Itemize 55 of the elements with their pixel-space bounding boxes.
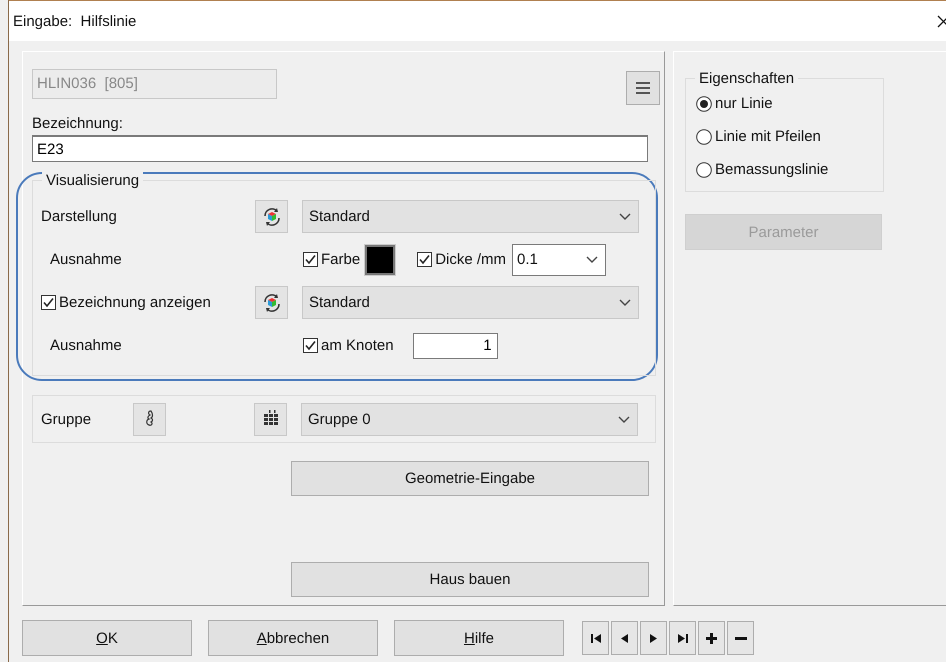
skip-first-icon (590, 632, 602, 644)
caret-icon (618, 416, 630, 422)
row-label: Ausnahme (49, 337, 123, 354)
plus-icon (706, 632, 718, 644)
icon-button[interactable] (255, 200, 288, 233)
navigation-button[interactable] (727, 621, 754, 655)
dialog-button[interactable]: Abbrechen (208, 620, 378, 656)
checkbox-label[interactable]: Dicke /mm (435, 251, 506, 268)
checkbox[interactable] (417, 252, 432, 267)
window-title: Eingabe: Hilfslinie (13, 12, 136, 30)
skip-last-icon (676, 632, 688, 644)
menu-icon (634, 80, 652, 96)
radio-button[interactable] (696, 162, 712, 178)
radio-label[interactable]: nur Linie (715, 95, 773, 112)
name-field[interactable]: E23 (32, 135, 648, 162)
group-title: Visualisierung (42, 172, 144, 189)
navigation-button[interactable] (669, 621, 696, 655)
caret-icon (619, 213, 631, 220)
radio-label[interactable]: Bemassungslinie (715, 161, 828, 178)
checkbox-label[interactable]: Farbe (321, 251, 360, 268)
caret-icon (586, 256, 598, 263)
group-title: Eigenschaften (695, 70, 798, 87)
action-button[interactable]: Geometrie-Eingabe (291, 461, 649, 496)
checkbox[interactable] (303, 338, 318, 353)
icon-button[interactable] (255, 286, 288, 319)
navigation-button[interactable] (698, 621, 725, 655)
group-dropdown[interactable]: Gruppe 0 (301, 402, 638, 436)
navigation-button[interactable] (611, 621, 638, 655)
triangle-right-icon (648, 632, 660, 644)
radio-label[interactable]: Linie mit Pfeilen (715, 128, 821, 145)
radio-button[interactable] (696, 96, 712, 112)
row-label: Gruppe (41, 410, 92, 428)
radio-button[interactable] (696, 128, 712, 144)
navigation-button[interactable] (582, 621, 609, 655)
row-label: Darstellung (41, 208, 118, 225)
navigation-button[interactable] (640, 621, 667, 655)
checkbox-label[interactable]: Bezeichnung anzeigen (59, 294, 211, 311)
label-style-dropdown[interactable]: Standard (302, 286, 639, 319)
triangle-left-icon (618, 632, 630, 644)
checkbox[interactable] (303, 252, 318, 267)
action-button[interactable]: Haus bauen (291, 562, 649, 597)
checkbox[interactable] (41, 295, 56, 310)
row-label: Ausnahme (49, 251, 123, 268)
menu-button[interactable] (626, 71, 660, 105)
style-dropdown[interactable]: Standard (302, 200, 639, 233)
icon-button[interactable] (254, 402, 287, 436)
color-swatch[interactable] (365, 244, 396, 274)
field-label: Bezeichnung: (32, 115, 124, 132)
caret-icon (619, 299, 631, 306)
thickness-dropdown[interactable]: 0.1 (512, 244, 606, 276)
checkbox-label[interactable]: am Knoten (321, 337, 394, 354)
icon-button[interactable] (133, 402, 166, 436)
dialog-button[interactable]: OK (22, 620, 192, 656)
number-field[interactable]: 1 (412, 332, 498, 358)
dialog-button[interactable]: Hilfe (394, 620, 564, 656)
